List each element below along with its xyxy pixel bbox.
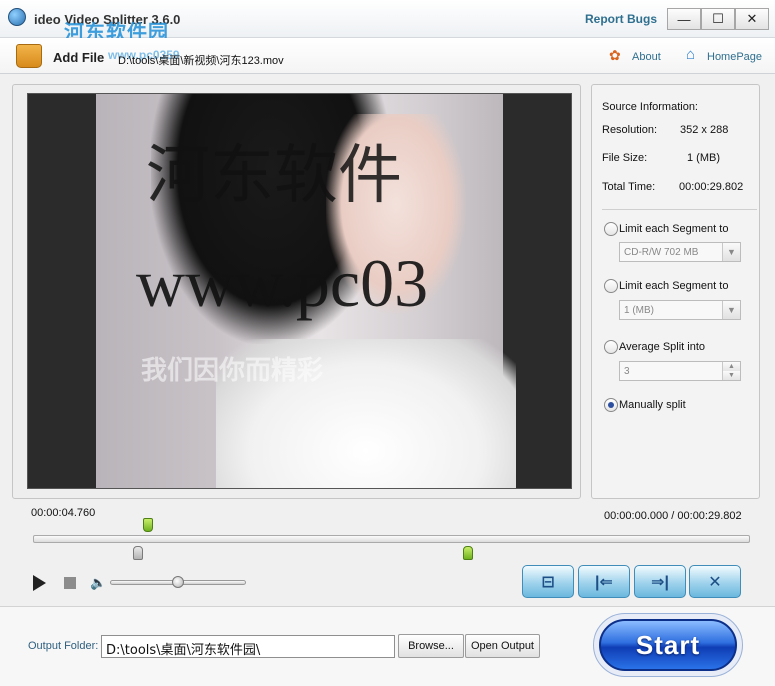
source-info-heading: Source Information: <box>602 101 698 113</box>
average-split-value: 3 <box>624 366 630 377</box>
delete-segment-button[interactable]: ✕ <box>689 565 741 598</box>
segment-preset-select[interactable]: CD-R/W 702 MB ▼ <box>619 242 741 262</box>
filesize-value: 1 (MB) <box>687 152 720 164</box>
title-bar: ideo Video Splitter 3.6.0 河东软件园 Report B… <box>0 0 775 44</box>
timeline-track[interactable] <box>33 535 750 543</box>
start-button-frame: Start <box>593 613 743 677</box>
current-file-path: D:\tools\桌面\新视频\河东123.mov <box>118 55 284 67</box>
chevron-down-icon[interactable]: ▼ <box>722 243 740 261</box>
split-icon: ⊟ <box>541 573 555 591</box>
play-icon[interactable] <box>33 575 46 591</box>
volume-icon[interactable]: 🔈 <box>90 575 106 591</box>
start-button[interactable]: Start <box>599 619 737 671</box>
radio-limit-size-preset-label: Limit each Segment to <box>619 223 729 235</box>
browse-button[interactable]: Browse... <box>398 634 464 658</box>
segment-end-marker[interactable] <box>463 546 474 560</box>
radio-limit-size-preset[interactable] <box>604 222 618 236</box>
minimize-button[interactable]: — <box>667 8 701 30</box>
stepper-down-icon[interactable]: ▼ <box>723 371 740 380</box>
resolution-label: Resolution: <box>602 124 658 136</box>
bracket-right-icon: ⇒| <box>651 573 669 591</box>
current-time: 00:00:04.760 <box>31 507 96 519</box>
playhead-marker[interactable] <box>142 518 153 532</box>
homepage-link[interactable]: HomePage <box>707 51 762 63</box>
filesize-label: File Size: <box>602 152 648 164</box>
time-range: 00:00:00.000 / 00:00:29.802 <box>604 510 742 522</box>
stop-icon[interactable] <box>64 577 76 589</box>
close-icon: ✕ <box>708 573 722 591</box>
radio-manual-split[interactable] <box>604 398 618 412</box>
bracket-left-icon: |⇐ <box>595 573 613 591</box>
report-bugs-link[interactable]: Report Bugs <box>585 12 657 26</box>
video-panel: 河东软件 www.pc03 我们因你而精彩 <box>12 84 581 499</box>
home-icon[interactable]: ⌂ <box>686 47 702 63</box>
add-file-button[interactable]: Add File <box>53 50 104 65</box>
app-film-icon <box>8 8 26 26</box>
segment-start-marker[interactable] <box>133 546 144 560</box>
chevron-down-icon[interactable]: ▼ <box>722 301 740 319</box>
toolbar: Add File www.pc0359 D:\tools\桌面\新视频\河东12… <box>0 38 775 74</box>
stepper-up-icon[interactable]: ▲ <box>723 362 740 371</box>
close-button[interactable]: ✕ <box>735 8 769 30</box>
radio-average-split[interactable] <box>604 340 618 354</box>
total-time-label: Total Time: <box>602 181 656 193</box>
video-preview: 河东软件 www.pc03 我们因你而精彩 <box>27 93 572 489</box>
info-divider <box>602 209 757 210</box>
resolution-value: 352 x 288 <box>680 124 729 136</box>
source-info-panel: Source Information: Resolution: 352 x 28… <box>591 84 760 499</box>
volume-slider-thumb[interactable] <box>172 576 184 588</box>
radio-manual-split-label: Manually split <box>619 399 686 411</box>
maximize-button[interactable]: ☐ <box>701 8 735 30</box>
radio-average-split-label: Average Split into <box>619 341 706 353</box>
add-file-icon[interactable] <box>16 44 42 68</box>
segment-size-value: 1 (MB) <box>624 305 654 316</box>
video-watermark-slogan: 我们因你而精彩 <box>141 355 324 385</box>
video-watermark-url: www.pc03 <box>136 245 429 321</box>
segment-size-select[interactable]: 1 (MB) ▼ <box>619 300 741 320</box>
output-folder-input[interactable]: D:\tools\桌面\河东软件园\ <box>101 635 395 658</box>
video-watermark-cn: 河东软件 <box>146 139 402 213</box>
set-start-button[interactable]: |⇐ <box>578 565 630 598</box>
segment-preset-value: CD-R/W 702 MB <box>624 247 699 258</box>
radio-limit-size-mb-label: Limit each Segment to <box>619 280 729 292</box>
radio-limit-size-mb[interactable] <box>604 279 618 293</box>
about-link[interactable]: About <box>632 51 661 63</box>
about-icon[interactable]: ✿ <box>609 48 623 62</box>
output-folder-label: Output Folder: <box>28 640 99 652</box>
open-output-button[interactable]: Open Output <box>465 634 540 658</box>
average-split-stepper[interactable]: 3 ▲ ▼ <box>619 361 741 381</box>
split-marker-button[interactable]: ⊟ <box>522 565 574 598</box>
set-end-button[interactable]: ⇒| <box>634 565 686 598</box>
video-frame-image: 河东软件 www.pc03 我们因你而精彩 <box>96 94 516 488</box>
total-time-value: 00:00:29.802 <box>679 181 744 193</box>
